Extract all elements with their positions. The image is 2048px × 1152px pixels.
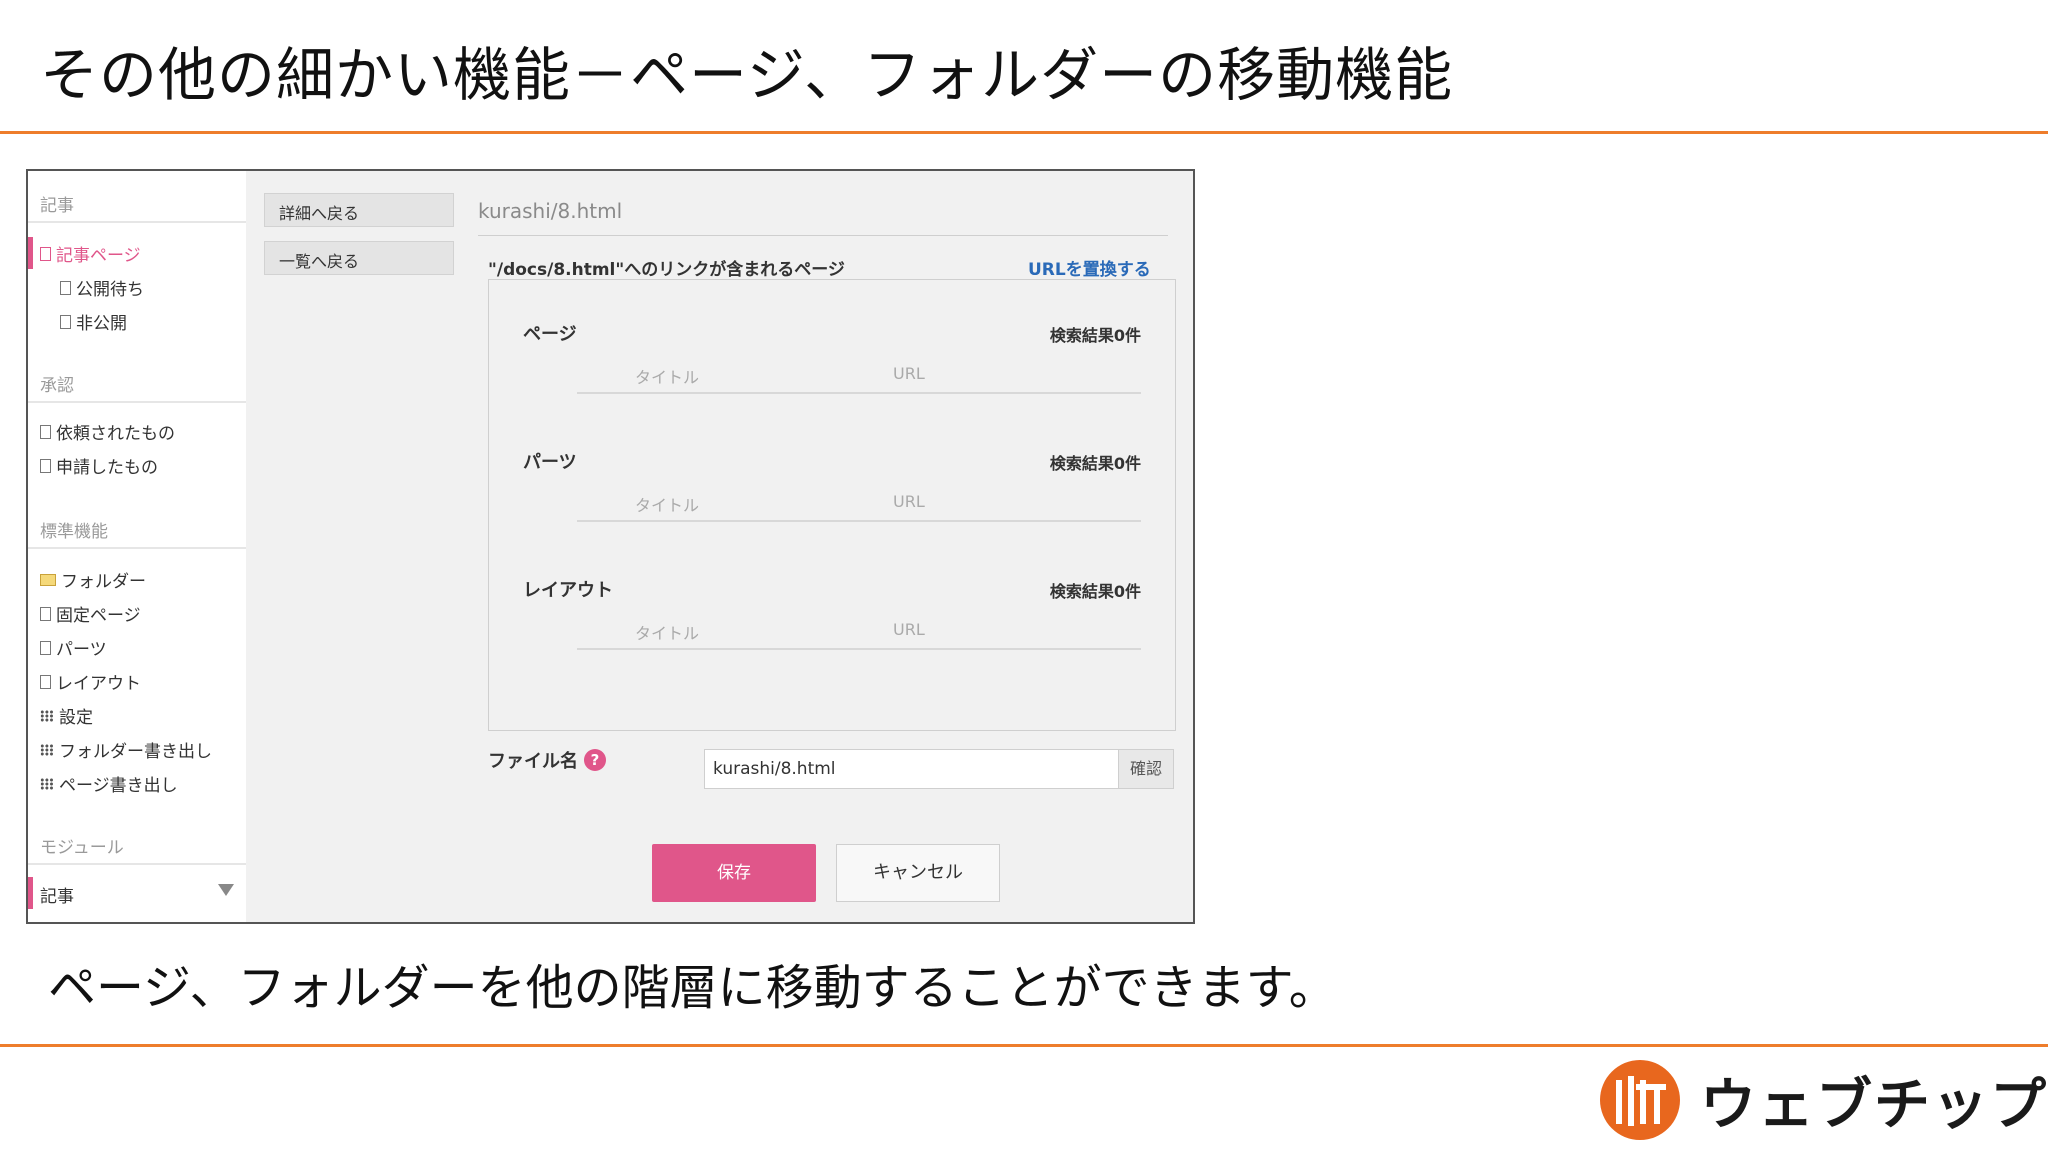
sidebar-section-title: 標準機能 [40, 522, 108, 542]
current-path: kurashi/8.html [478, 199, 623, 223]
group-title: ページ [523, 324, 577, 345]
group-count: 検索結果0件 [1049, 454, 1141, 473]
link-heading: "/docs/8.html"へのリンクが含まれるページ [488, 260, 845, 280]
group-divider [577, 392, 1141, 394]
sidebar-item-label: ページ書き出し [59, 776, 178, 796]
group-title: パーツ [523, 452, 577, 473]
footer-divider [0, 1044, 2048, 1047]
grid-icon [40, 777, 54, 790]
sidebar-item-label: パーツ [56, 640, 107, 660]
group-divider [577, 648, 1141, 650]
column-url: URL [893, 364, 925, 383]
page-icon [40, 640, 51, 655]
sidebar-section-title: 承認 [40, 376, 74, 396]
replace-url-link[interactable]: URLを置換する [1028, 255, 1151, 280]
caret-down-icon[interactable] [218, 884, 234, 896]
column-url: URL [893, 620, 925, 639]
back-to-list-button[interactable]: 一覧へ戻る [264, 241, 454, 275]
sidebar-item-label: フォルダー書き出し [59, 742, 212, 762]
sidebar-divider [28, 863, 246, 865]
sidebar-item-article-pages[interactable]: 記事ページ [40, 241, 141, 266]
help-icon[interactable]: ? [584, 749, 606, 771]
page-icon [40, 606, 51, 621]
column-title: タイトル [635, 496, 700, 515]
logo-text: ウェブチップス [1700, 1072, 2048, 1138]
filename-input[interactable] [704, 749, 1138, 789]
group-title: レイアウト [523, 580, 613, 601]
sidebar-item-applied[interactable]: 申請したもの [40, 453, 158, 478]
save-button[interactable]: 保存 [652, 844, 816, 902]
sidebar-item-label: 依頼されたもの [56, 424, 175, 444]
filename-label: ファイル名 ? [488, 747, 606, 773]
sidebar-section-title: モジュール [40, 838, 124, 858]
grid-icon [40, 709, 54, 722]
sidebar-item-requested[interactable]: 依頼されたもの [40, 419, 175, 444]
brand-logo: ウェブチップス [1598, 1058, 2048, 1142]
sidebar-item-label: フォルダー [61, 572, 146, 592]
sidebar-divider [28, 547, 246, 549]
page-icon [40, 246, 51, 261]
sidebar-item-private[interactable]: 非公開 [60, 309, 127, 334]
sidebar-item-pending[interactable]: 公開待ち [60, 275, 144, 300]
group-count: 検索結果0件 [1049, 582, 1141, 601]
module-select-value: 記事 [40, 887, 74, 907]
sidebar: 記事 記事ページ 公開待ち 非公開 承認 依頼されたもの 申請したもの 標準機能 [28, 171, 246, 922]
sidebar-item-layout[interactable]: レイアウト [40, 669, 141, 694]
logo-mark-icon [1600, 1060, 1680, 1140]
slide-caption: ページ、フォルダーを他の階層に移動することができます。 [48, 960, 1337, 1016]
filename-label-text: ファイル名 [488, 751, 578, 772]
folder-icon [40, 573, 56, 586]
grid-icon [40, 743, 54, 756]
column-title: タイトル [635, 368, 700, 387]
active-indicator [28, 877, 33, 909]
cancel-button[interactable]: キャンセル [836, 844, 1000, 902]
page-icon [40, 674, 51, 689]
sidebar-item-label: 記事ページ [56, 246, 141, 266]
sidebar-item-label: 申請したもの [56, 458, 158, 478]
confirm-button[interactable]: 確認 [1118, 749, 1174, 789]
slide-title: その他の細かい機能－ページ、フォルダーの移動機能 [40, 41, 1454, 109]
sidebar-item-label: レイアウト [56, 674, 141, 694]
sidebar-divider [28, 401, 246, 403]
column-url: URL [893, 492, 925, 511]
sidebar-item-parts[interactable]: パーツ [40, 635, 107, 660]
sidebar-item-page-export[interactable]: ページ書き出し [40, 771, 178, 796]
path-divider [478, 235, 1168, 236]
page-icon [40, 458, 51, 473]
group-divider [577, 520, 1141, 522]
link-results-box: ページ 検索結果0件 タイトル URL パーツ 検索結果0件 タイトル URL … [488, 279, 1176, 731]
sidebar-divider [28, 221, 246, 223]
sidebar-item-label: 公開待ち [76, 280, 144, 300]
active-indicator [28, 237, 33, 269]
sidebar-item-label: 固定ページ [56, 606, 141, 626]
title-divider [0, 131, 2048, 134]
sidebar-item-label: 設定 [59, 708, 93, 728]
page-icon [60, 314, 71, 329]
sidebar-item-fixed-page[interactable]: 固定ページ [40, 601, 141, 626]
sidebar-item-folder[interactable]: フォルダー [40, 567, 146, 592]
sidebar-item-label: 非公開 [76, 314, 127, 334]
page-icon [40, 424, 51, 439]
app-screenshot: 記事 記事ページ 公開待ち 非公開 承認 依頼されたもの 申請したもの 標準機能 [26, 169, 1195, 924]
sidebar-item-settings[interactable]: 設定 [40, 703, 93, 728]
column-title: タイトル [635, 624, 700, 643]
back-to-detail-button[interactable]: 詳細へ戻る [264, 193, 454, 227]
page-icon [60, 280, 71, 295]
group-count: 検索結果0件 [1049, 326, 1141, 345]
sidebar-section-title: 記事 [40, 196, 74, 216]
sidebar-item-folder-export[interactable]: フォルダー書き出し [40, 737, 212, 762]
